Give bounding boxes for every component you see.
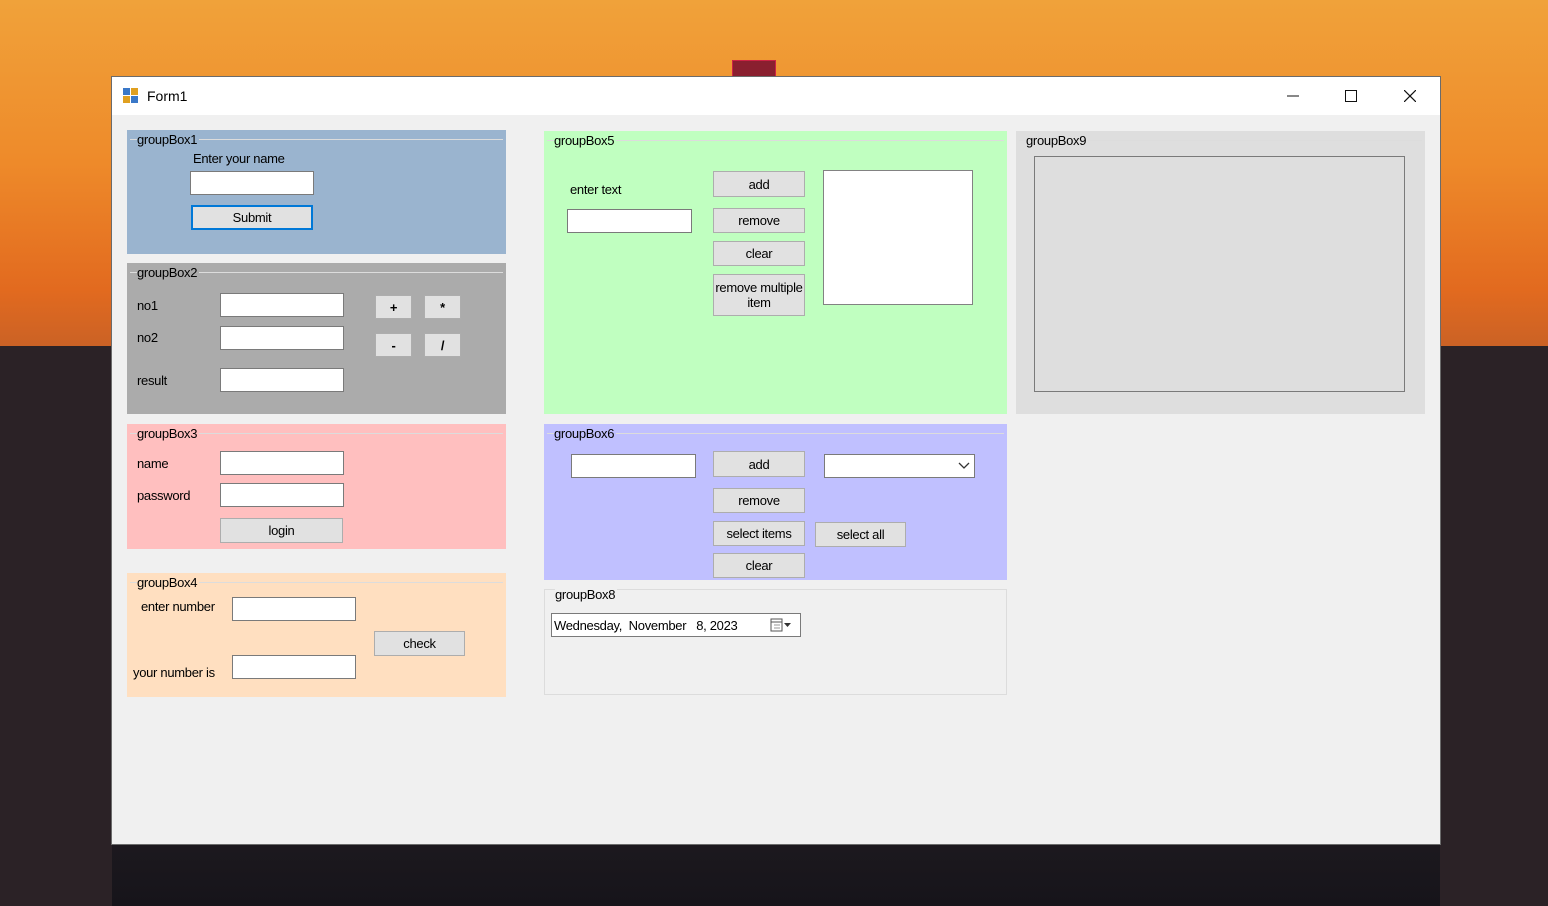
groupbox-1-legend: groupBox1	[137, 132, 200, 147]
select-all-button[interactable]: select all	[815, 522, 906, 547]
no1-label: no1	[137, 298, 158, 313]
date-picker[interactable]: Wednesday, November 8, 2023	[551, 613, 801, 637]
groupbox-9-legend: groupBox9	[1026, 133, 1089, 148]
no1-input[interactable]	[220, 293, 344, 317]
groupbox-1: groupBox1 Enter your name Submit	[127, 130, 506, 254]
enter-name-label: Enter your name	[193, 151, 285, 166]
maximize-icon	[1345, 90, 1357, 102]
password-label: password	[137, 488, 191, 503]
combo-text-input[interactable]	[571, 454, 696, 478]
wallpaper-city-left	[0, 346, 112, 906]
remove-multiple-button[interactable]: remove multiple item	[713, 274, 805, 316]
password-input[interactable]	[220, 483, 344, 507]
app-icon	[123, 88, 139, 104]
your-number-output[interactable]	[232, 655, 356, 679]
minimize-button[interactable]	[1264, 77, 1322, 115]
enter-number-label: enter number	[141, 599, 215, 614]
wallpaper-sign	[732, 60, 776, 78]
name-label: name	[137, 456, 169, 471]
groupbox-3: groupBox3 name password login	[127, 424, 506, 549]
wallpaper-city-right	[1440, 346, 1548, 906]
login-name-input[interactable]	[220, 451, 344, 475]
date-picker-value: Wednesday, November 8, 2023	[554, 618, 738, 633]
combo-clear-button[interactable]: clear	[713, 553, 805, 578]
groupbox-4: groupBox4 enter number check your number…	[127, 573, 506, 697]
groupbox-2: groupBox2 no1 no2 result + * - /	[127, 263, 506, 414]
login-button[interactable]: login	[220, 518, 343, 543]
select-items-button[interactable]: select items	[713, 521, 805, 546]
no2-label: no2	[137, 330, 158, 345]
enter-text-label: enter text	[570, 182, 622, 197]
list-clear-button[interactable]: clear	[713, 241, 805, 266]
groupbox-3-legend: groupBox3	[137, 426, 200, 441]
chevron-down-icon	[958, 462, 970, 469]
name-input[interactable]	[190, 171, 314, 195]
form-window: Form1 groupBox1 Enter your name Submit g…	[112, 77, 1440, 844]
groupbox-6-legend: groupBox6	[554, 426, 617, 441]
groupbox-5: groupBox5 enter text add remove clear re…	[544, 131, 1007, 414]
your-number-label: your number is	[133, 665, 215, 680]
plus-button[interactable]: +	[375, 295, 412, 319]
title-bar[interactable]: Form1	[112, 77, 1440, 115]
groupbox-8-legend: groupBox8	[555, 587, 618, 602]
maximize-button[interactable]	[1322, 77, 1380, 115]
combo-add-button[interactable]: add	[713, 451, 805, 477]
groupbox-8: groupBox8 Wednesday, November 8, 2023	[544, 587, 1007, 695]
groupbox-2-legend: groupBox2	[137, 265, 200, 280]
list-remove-button[interactable]: remove	[713, 208, 805, 233]
result-label: result	[137, 373, 167, 388]
divide-button[interactable]: /	[424, 333, 461, 357]
no2-input[interactable]	[220, 326, 344, 350]
items-listbox[interactable]	[823, 170, 973, 305]
close-icon	[1404, 90, 1416, 102]
list-text-input[interactable]	[567, 209, 692, 233]
calendar-icon[interactable]	[770, 618, 792, 632]
items-combobox[interactable]	[824, 454, 975, 478]
groupbox-4-legend: groupBox4	[137, 575, 200, 590]
close-button[interactable]	[1381, 77, 1439, 115]
multiply-button[interactable]: *	[424, 295, 461, 319]
groupbox-6: groupBox6 add remove select items select…	[544, 424, 1007, 580]
check-button[interactable]: check	[374, 631, 465, 656]
window-title: Form1	[147, 88, 188, 104]
minus-button[interactable]: -	[375, 333, 412, 357]
submit-button[interactable]: Submit	[191, 205, 313, 230]
number-input[interactable]	[232, 597, 356, 621]
groupbox-9: groupBox9	[1016, 131, 1425, 414]
result-input[interactable]	[220, 368, 344, 392]
minimize-icon	[1287, 95, 1299, 97]
list-add-button[interactable]: add	[713, 171, 805, 197]
groupbox-5-legend: groupBox5	[554, 133, 617, 148]
combo-remove-button[interactable]: remove	[713, 488, 805, 513]
picture-panel	[1034, 156, 1405, 392]
